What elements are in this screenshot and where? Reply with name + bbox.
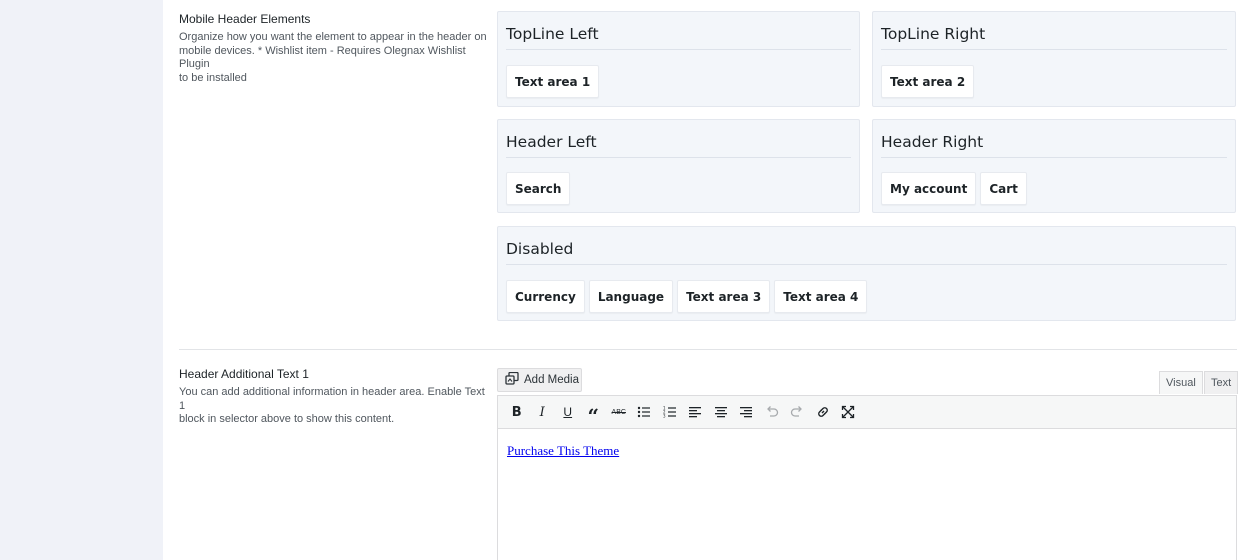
zone-title: Disabled bbox=[506, 240, 574, 258]
blockquote-icon[interactable]: “ bbox=[581, 399, 607, 426]
mobile-header-label: Mobile Header Elements bbox=[179, 12, 311, 26]
zone-divider bbox=[506, 49, 851, 50]
draggable-item-language[interactable]: Language bbox=[588, 280, 674, 313]
zone-title: Header Left bbox=[506, 133, 597, 151]
draggable-item-search[interactable]: Search bbox=[506, 172, 571, 205]
header-right-zone[interactable]: Header Right My account Cart bbox=[872, 119, 1236, 213]
align-right-icon[interactable] bbox=[734, 399, 760, 425]
redo-icon[interactable] bbox=[785, 399, 811, 425]
content-editor[interactable]: Purchase This Theme bbox=[497, 428, 1237, 560]
align-left-icon[interactable] bbox=[683, 399, 709, 425]
description-line: mobile devices. * Wishlist item - Requir… bbox=[179, 44, 466, 71]
section-divider bbox=[179, 349, 1237, 350]
draggable-item-text-area-2[interactable]: Text area 2 bbox=[881, 65, 975, 98]
additional-text-description: You can add additional information in he… bbox=[179, 386, 489, 427]
add-media-label: Add Media bbox=[524, 374, 579, 386]
zone-divider bbox=[881, 49, 1227, 50]
zone-divider bbox=[881, 157, 1227, 158]
description-line: You can add additional information in he… bbox=[179, 386, 485, 412]
zone-title: TopLine Left bbox=[506, 25, 599, 43]
undo-icon[interactable] bbox=[759, 399, 785, 425]
zone-title: TopLine Right bbox=[881, 25, 986, 43]
mobile-header-description: Organize how you want the element to app… bbox=[179, 31, 489, 85]
italic-icon[interactable]: I bbox=[530, 399, 556, 425]
svg-text:3: 3 bbox=[663, 414, 666, 419]
draggable-item-text-area-3[interactable]: Text area 3 bbox=[677, 280, 771, 313]
bullet-list-icon[interactable] bbox=[632, 399, 658, 425]
bold-icon[interactable]: B bbox=[504, 399, 530, 425]
strikethrough-icon[interactable]: ABC bbox=[606, 399, 632, 425]
description-line: to be installed bbox=[179, 71, 247, 84]
align-center-icon[interactable] bbox=[708, 399, 734, 425]
editor-toolbar: B I U “ ABC 123 bbox=[497, 395, 1237, 429]
topline-right-zone[interactable]: TopLine Right Text area 2 bbox=[872, 11, 1236, 107]
add-media-button[interactable]: Add Media bbox=[497, 368, 582, 392]
zone-divider bbox=[506, 157, 851, 158]
underline-icon[interactable]: U bbox=[555, 399, 581, 425]
header-left-zone[interactable]: Header Left Search bbox=[497, 119, 860, 213]
draggable-item-text-area-4[interactable]: Text area 4 bbox=[774, 280, 868, 313]
tab-visual[interactable]: Visual bbox=[1159, 371, 1203, 394]
purchase-theme-link[interactable]: Purchase This Theme bbox=[507, 443, 619, 459]
disabled-zone[interactable]: Disabled Currency Language Text area 3 T… bbox=[497, 226, 1236, 321]
description-line: Organize how you want the element to app… bbox=[179, 31, 487, 43]
additional-text-label: Header Additional Text 1 bbox=[179, 367, 309, 381]
topline-left-zone[interactable]: TopLine Left Text area 1 bbox=[497, 11, 860, 107]
description-line: block in selector above to show this con… bbox=[179, 413, 395, 425]
left-sidebar-rail bbox=[0, 0, 163, 560]
fullscreen-icon[interactable] bbox=[836, 399, 862, 425]
zone-title: Header Right bbox=[881, 133, 984, 151]
tab-text[interactable]: Text bbox=[1204, 371, 1239, 394]
draggable-item-currency[interactable]: Currency bbox=[506, 280, 585, 313]
zone-divider bbox=[506, 264, 1227, 265]
link-icon[interactable] bbox=[810, 399, 836, 425]
draggable-item-cart[interactable]: Cart bbox=[980, 172, 1027, 205]
draggable-item-my-account[interactable]: My account bbox=[881, 172, 977, 205]
numbered-list-icon[interactable]: 123 bbox=[657, 399, 683, 425]
draggable-item-text-area-1[interactable]: Text area 1 bbox=[506, 65, 600, 98]
media-icon bbox=[505, 371, 519, 388]
